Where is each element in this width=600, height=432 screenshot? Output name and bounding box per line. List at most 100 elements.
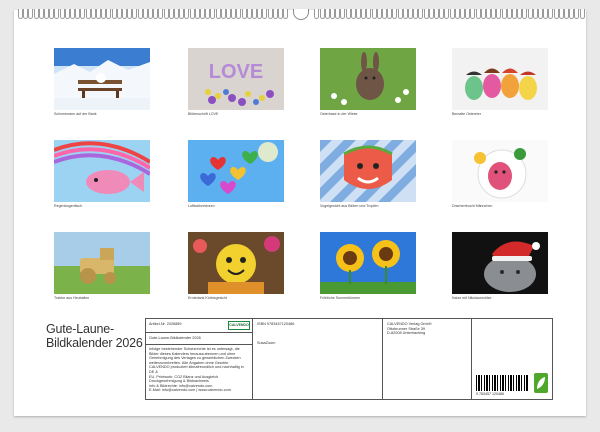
calendar-title-line2: Bildkalender 2026	[46, 336, 143, 350]
binding-ring	[158, 9, 164, 19]
binding-ring	[574, 9, 580, 19]
binding-ring	[423, 9, 429, 19]
calendar-title: Gute-Laune- Bildkalender 2026	[46, 322, 143, 350]
balloon-hearts-image	[188, 140, 284, 202]
photo-thumbnail	[320, 48, 416, 110]
binding-ring	[418, 9, 424, 19]
binding-ring	[548, 9, 554, 19]
photo-thumbnail	[320, 232, 416, 294]
binding-ring	[527, 9, 533, 19]
binding-ring	[475, 9, 481, 19]
photo-caption: Blütenschrift LOVE	[188, 112, 219, 116]
binding-ring	[553, 9, 559, 19]
photo-caption: Katze mit Nikolausmütze	[452, 296, 492, 300]
divider	[146, 344, 252, 345]
photo-thumbnail	[54, 48, 150, 110]
photo-caption: Schneemann auf der Bank	[54, 112, 97, 116]
photo-thumbnail	[54, 140, 150, 202]
flower-love-image: LOVE	[188, 48, 284, 110]
binding-ring	[106, 9, 112, 19]
binding-ring	[496, 9, 502, 19]
binding-ring	[319, 9, 325, 19]
photo-caption: Luftballonherzen	[188, 204, 215, 208]
photo-thumbnail	[452, 48, 548, 110]
binding-ring	[340, 9, 346, 19]
photo-thumbnail	[54, 232, 150, 294]
snowman-bench-image	[54, 48, 150, 110]
svg-text:LOVE: LOVE	[209, 61, 263, 83]
article-number: Artikel-Nr. 2026889	[149, 322, 182, 326]
binding-ring	[267, 9, 273, 19]
photo-thumbnail	[452, 232, 548, 294]
photo-caption: Osterhase in der Wiese	[320, 112, 358, 116]
publisher-line: CALVENDO Verlag GmbH	[387, 322, 432, 326]
binding-ring	[241, 9, 247, 19]
photo-thumbnail	[320, 140, 416, 202]
binding-ring	[366, 9, 372, 19]
binding-ring	[501, 9, 507, 19]
calendar-title-line1: Gute-Laune-	[46, 322, 114, 336]
hay-tractor-image	[54, 232, 150, 294]
photographer-name: SusaZoom	[257, 341, 276, 345]
photo-thumbnail: LOVE	[188, 48, 284, 110]
binding-ring	[522, 9, 528, 19]
melon-face-image	[320, 140, 416, 202]
barcode-digits: 9 783457 120486	[476, 392, 504, 396]
binding-ring	[397, 9, 403, 19]
hanger-hook	[293, 9, 309, 20]
info-column-article: Artikel-Nr. 2026889 CALVENDO Gute-Laune-…	[146, 319, 252, 399]
binding-ring	[132, 9, 138, 19]
photo-thumbnail	[188, 140, 284, 202]
info-column-publisher: CALVENDO Verlag GmbH Ottobrunner Straße 3…	[383, 319, 471, 399]
binding-ring	[54, 9, 60, 19]
isbn-barcode	[476, 375, 528, 391]
rainbow-fish-image	[54, 140, 150, 202]
binding-ring	[392, 9, 398, 19]
binding-ring	[444, 9, 450, 19]
divider	[146, 332, 252, 333]
binding-ring	[371, 9, 377, 19]
photo-thumbnail	[188, 232, 284, 294]
binding-ring	[449, 9, 455, 19]
info-column-isbn: ISBN 9783457120486 SusaZoom	[253, 319, 382, 399]
binding-ring	[314, 9, 320, 19]
photo-caption: Traktor aus Heuballen	[54, 296, 90, 300]
binding-ring	[215, 9, 221, 19]
calvendo-logo: CALVENDO	[228, 321, 250, 330]
binding-ring	[59, 9, 65, 19]
binding-ring	[470, 9, 476, 19]
binding-ring	[163, 9, 169, 19]
pumpkin-face-image	[188, 232, 284, 294]
binding-ring	[262, 9, 268, 19]
wire-binding	[14, 9, 586, 23]
product-name: Gute-Laune-Bildkalender 2026	[149, 336, 201, 340]
binding-ring	[210, 9, 216, 19]
info-column-barcode: 9 783457 120486	[472, 319, 552, 399]
photo-caption: Regenbogenfisch	[54, 204, 82, 208]
painted-eggs-image	[452, 48, 548, 110]
binding-ring	[236, 9, 242, 19]
isbn-text: ISBN 9783457120486	[257, 322, 295, 326]
publisher-line: D-82008 Unterhaching	[387, 331, 426, 336]
binding-ring	[28, 9, 34, 19]
binding-ring	[80, 9, 86, 19]
binding-ring	[345, 9, 351, 19]
photo-caption: Erntedank Kürbisgesicht	[188, 296, 227, 300]
info-box: Artikel-Nr. 2026889 CALVENDO Gute-Laune-…	[145, 318, 553, 400]
binding-ring	[184, 9, 190, 19]
photo-caption: Drachenfrucht Männchen	[452, 204, 493, 208]
photo-caption: Bemalte Ostereier	[452, 112, 481, 116]
binding-ring	[111, 9, 117, 19]
legal-description: Infolge bestehender Schutzrechte ist es …	[149, 347, 249, 393]
binding-ring	[137, 9, 143, 19]
binding-ring	[85, 9, 91, 19]
cat-santa-hat-image	[452, 232, 548, 294]
dragonfruit-man-image	[452, 140, 548, 202]
description-line: Infolge bestehender Schutzrechte ist es …	[149, 347, 240, 351]
description-line: CALVENDO produziert klimafreundlich und …	[149, 365, 244, 374]
photo-caption: Fröhliche Sonnenblumen	[320, 296, 360, 300]
photo-thumbnail	[452, 140, 548, 202]
eco-leaf-icon	[534, 373, 548, 393]
photo-caption: Vogelgesicht aus Blüten und Tropfen	[320, 204, 379, 208]
binding-ring	[33, 9, 39, 19]
